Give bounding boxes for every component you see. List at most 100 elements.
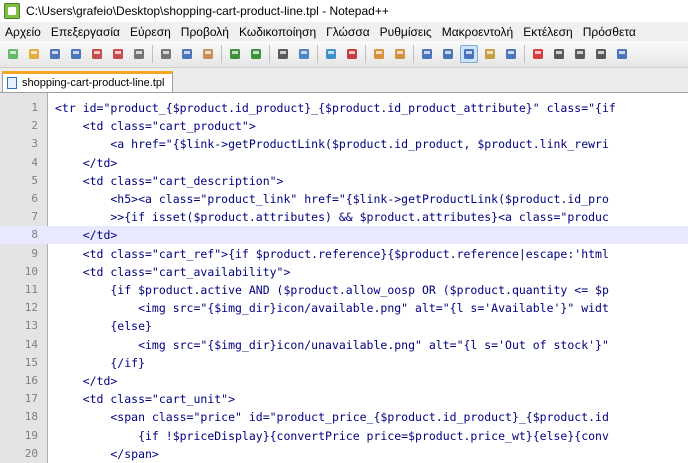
- code-line[interactable]: 1 <tr id="product_{$product.id_product}_{…: [0, 99, 688, 117]
- paste-icon: [203, 49, 213, 59]
- toolbar-separator: [524, 45, 525, 63]
- save-button[interactable]: [46, 45, 64, 63]
- code-editor[interactable]: 1 <tr id="product_{$product.id_product}_{…: [0, 93, 688, 463]
- menu-item[interactable]: Προβολή: [176, 25, 234, 39]
- code-line[interactable]: 7 >>{if isset($product.attributes) && $p…: [0, 208, 688, 226]
- code-line[interactable]: 2 <td class="cart_product">: [0, 117, 688, 135]
- replace-button[interactable]: [295, 45, 313, 63]
- open-file-button[interactable]: [25, 45, 43, 63]
- code-text: <td class="cart_availability">: [55, 264, 291, 279]
- code-text: <td class="cart_ref">{if $product.refere…: [55, 246, 609, 261]
- zoom-out-button[interactable]: [343, 45, 361, 63]
- copy-button[interactable]: [178, 45, 196, 63]
- toolbar-separator: [221, 45, 222, 63]
- code-text: </span>: [55, 446, 159, 461]
- line-number: 20: [24, 446, 38, 460]
- line-number: 14: [24, 337, 38, 351]
- replace-icon: [299, 49, 309, 59]
- code-text: <h5><a class="product_link" href="{$link…: [55, 192, 609, 206]
- save-macro-button[interactable]: [613, 45, 631, 63]
- code-line[interactable]: 11 {if $product.active AND ($product.all…: [0, 281, 688, 299]
- play-multiple-button[interactable]: [592, 45, 610, 63]
- stop-macro-icon: [554, 49, 564, 59]
- code-line[interactable]: 6 <h5><a class="product_link" href="{$li…: [0, 190, 688, 208]
- code-text: <img src="{$img_dir}icon/available.png" …: [55, 301, 609, 316]
- line-number: 10: [24, 264, 38, 278]
- close-all-button[interactable]: [109, 45, 127, 63]
- code-text: <img src="{$img_dir}icon/unavailable.png…: [55, 337, 609, 352]
- line-number: 12: [24, 301, 38, 315]
- indent-guide-button[interactable]: [460, 45, 478, 63]
- code-line[interactable]: 4 </td>: [0, 154, 688, 172]
- copy-icon: [182, 49, 192, 59]
- close-button[interactable]: [88, 45, 106, 63]
- toolbar-separator: [269, 45, 270, 63]
- menu-item[interactable]: Αρχείο: [0, 25, 46, 39]
- code-line[interactable]: 5 <td class="cart_description">: [0, 172, 688, 190]
- menu-item[interactable]: Γλώσσα: [321, 25, 375, 39]
- code-line[interactable]: 13 {else}: [0, 317, 688, 335]
- line-number: 2: [31, 119, 38, 133]
- code-line[interactable]: 19 {if !$priceDisplay}{convertPrice pric…: [0, 427, 688, 445]
- toolbar-separator: [365, 45, 366, 63]
- zoom-in-icon: [326, 49, 336, 59]
- find-button[interactable]: [274, 45, 292, 63]
- word-wrap-button[interactable]: [418, 45, 436, 63]
- window-title: C:\Users\grafeio\Desktop\shopping-cart-p…: [26, 4, 389, 18]
- paste-button[interactable]: [199, 45, 217, 63]
- undo-icon: [230, 49, 240, 59]
- menu-item[interactable]: Εκτέλεση: [518, 25, 578, 39]
- stop-macro-button[interactable]: [550, 45, 568, 63]
- code-line[interactable]: 3 <a href="{$link->getProductLink($produ…: [0, 135, 688, 153]
- word-wrap-icon: [422, 49, 432, 59]
- menu-item[interactable]: Εύρεση: [125, 25, 176, 39]
- code-text: {if $product.active AND ($product.allow_…: [55, 283, 609, 297]
- menu-item[interactable]: Επεξεργασία: [46, 25, 125, 39]
- line-number: 7: [31, 210, 38, 224]
- zoom-in-button[interactable]: [322, 45, 340, 63]
- zoom-out-icon: [347, 49, 357, 59]
- cut-button[interactable]: [157, 45, 175, 63]
- open-file-icon: [29, 49, 39, 59]
- new-file-button[interactable]: [4, 45, 22, 63]
- record-macro-button[interactable]: [529, 45, 547, 63]
- code-line[interactable]: 17 <td class="cart_unit">: [0, 390, 688, 408]
- play-macro-button[interactable]: [571, 45, 589, 63]
- save-macro-icon: [617, 49, 627, 59]
- code-line[interactable]: 18 <span class="price" id="product_price…: [0, 408, 688, 426]
- toolbar: [0, 41, 688, 68]
- line-number: 19: [24, 428, 38, 442]
- redo-button[interactable]: [247, 45, 265, 63]
- menu-item[interactable]: Ρυθμίσεις: [375, 25, 437, 39]
- save-all-button[interactable]: [67, 45, 85, 63]
- show-all-chars-button[interactable]: [439, 45, 457, 63]
- code-line[interactable]: 15 {/if}: [0, 354, 688, 372]
- line-number: 18: [24, 410, 38, 424]
- tab-shopping-cart-product-line[interactable]: shopping-cart-product-line.tpl: [2, 71, 174, 92]
- sync-vertical-button[interactable]: [370, 45, 388, 63]
- sync-horizontal-icon: [395, 49, 405, 59]
- menu-item[interactable]: Κωδικοποίηση: [234, 25, 321, 39]
- code-line[interactable]: 20 </span>: [0, 445, 688, 463]
- title-bar: C:\Users\grafeio\Desktop\shopping-cart-p…: [0, 0, 688, 22]
- code-text: <tr id="product_{$product.id_product}_{$…: [55, 101, 616, 115]
- menu-item[interactable]: Πρόσθετα: [578, 25, 641, 39]
- user-lang-button[interactable]: [481, 45, 499, 63]
- save-all-icon: [71, 49, 81, 59]
- code-line[interactable]: 16 </td>: [0, 372, 688, 390]
- new-file-icon: [8, 49, 18, 59]
- code-line[interactable]: 12 <img src="{$img_dir}icon/available.pn…: [0, 299, 688, 317]
- code-line[interactable]: 8 </td>: [0, 226, 688, 245]
- code-line[interactable]: 9 <td class="cart_ref">{if $product.refe…: [0, 245, 688, 263]
- code-line[interactable]: 14 <img src="{$img_dir}icon/unavailable.…: [0, 336, 688, 354]
- menu-item[interactable]: Μακροεντολή: [437, 25, 518, 39]
- code-line[interactable]: 10 <td class="cart_availability">: [0, 263, 688, 281]
- code-text: <a href="{$link->getProductLink($product…: [55, 137, 609, 152]
- tab-bar: shopping-cart-product-line.tpl: [0, 68, 688, 93]
- print-button[interactable]: [130, 45, 148, 63]
- line-number: 15: [24, 355, 38, 369]
- code-text: <span class="price" id="product_price_{$…: [55, 410, 609, 425]
- doc-map-button[interactable]: [502, 45, 520, 63]
- sync-horizontal-button[interactable]: [391, 45, 409, 63]
- undo-button[interactable]: [226, 45, 244, 63]
